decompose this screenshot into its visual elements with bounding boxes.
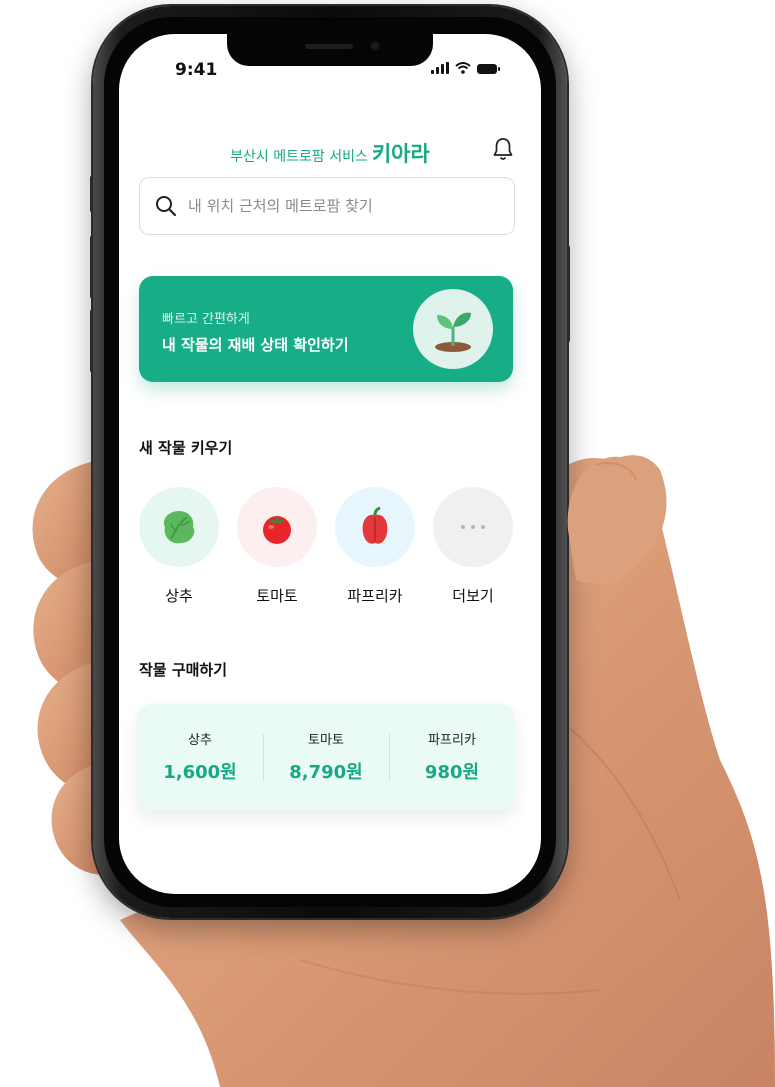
bell-icon[interactable]	[491, 136, 515, 162]
app-brand: 키아라	[371, 142, 430, 166]
crop-label: 더보기	[452, 587, 494, 605]
earpiece-speaker	[305, 44, 353, 49]
crop-item-more[interactable]: 더보기	[432, 487, 514, 606]
crop-item-lettuce[interactable]: 상추	[138, 487, 220, 606]
crop-item-tomato[interactable]: 토마토	[236, 487, 318, 606]
banner-title: 내 작물의 재배 상태 확인하기	[162, 336, 349, 354]
app-subtitle: 부산시 메트로팜 서비스	[230, 149, 368, 165]
more-icon	[433, 487, 513, 567]
search-icon	[156, 196, 177, 217]
tomato-icon	[237, 487, 317, 567]
banner-subtitle: 빠르고 간편하게	[162, 312, 250, 327]
price-item-lettuce[interactable]: 상추 1,600원	[137, 704, 263, 810]
grow-section-title: 새 작물 키우기	[139, 439, 233, 457]
search-bar[interactable]	[139, 177, 515, 235]
price-value: 980원	[424, 762, 480, 783]
volume-down-button	[90, 310, 93, 372]
crop-item-paprika[interactable]: 파프리카	[334, 487, 416, 606]
notch	[227, 34, 433, 66]
battery-icon	[477, 64, 500, 74]
crop-label: 토마토	[256, 587, 298, 605]
mute-switch	[90, 176, 93, 212]
app-title: 부산시 메트로팜 서비스 키아라	[119, 138, 541, 168]
price-name: 토마토	[308, 733, 344, 748]
paprika-icon	[335, 487, 415, 567]
purchase-section-title: 작물 구매하기	[139, 661, 228, 679]
price-item-paprika[interactable]: 파프리카 980원	[389, 704, 515, 810]
phone-screen: 9:41 부산시 메트로팜 서비스 키아라 내 위치 근처의 메트로팜 찾기 빠…	[119, 34, 541, 894]
price-name: 상추	[188, 733, 212, 748]
crop-status-banner[interactable]: 빠르고 간편하게 내 작물의 재배 상태 확인하기	[139, 276, 513, 382]
power-button	[567, 246, 570, 342]
crop-label: 상추	[165, 587, 193, 605]
volume-up-button	[90, 236, 93, 298]
sprout-icon	[413, 289, 493, 369]
phone-device: 9:41 부산시 메트로팜 서비스 키아라 내 위치 근처의 메트로팜 찾기 빠…	[90, 6, 570, 918]
search-input[interactable]	[186, 196, 490, 216]
signal-icon	[431, 62, 449, 74]
price-item-tomato[interactable]: 토마토 8,790원	[263, 704, 389, 810]
price-name: 파프리카	[428, 733, 476, 748]
price-value: 1,600원	[163, 762, 237, 783]
price-value: 8,790원	[289, 762, 363, 783]
wifi-icon	[455, 62, 471, 74]
lettuce-icon	[139, 487, 219, 567]
thumb-illustration	[567, 456, 656, 584]
status-time: 9:41	[175, 60, 218, 80]
status-icons	[431, 62, 500, 74]
front-camera	[370, 41, 380, 51]
price-card: 상추 1,600원 토마토 8,790원 파프리카 980원	[137, 704, 515, 810]
crop-label: 파프리카	[347, 587, 403, 605]
